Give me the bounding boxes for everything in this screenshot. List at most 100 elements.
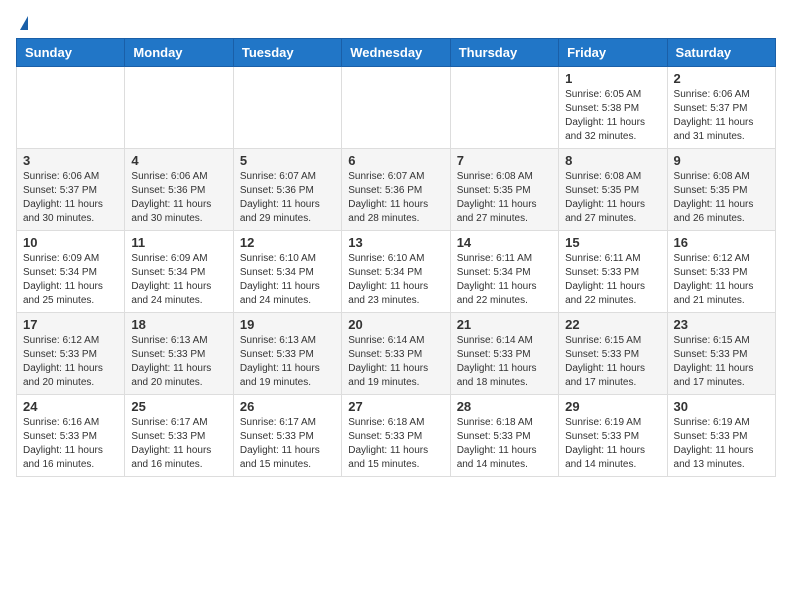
day-number: 26 — [240, 399, 335, 414]
day-number: 3 — [23, 153, 118, 168]
calendar-cell: 17 Sunrise: 6:12 AM Sunset: 5:33 PM Dayli… — [17, 313, 125, 395]
day-number: 12 — [240, 235, 335, 250]
day-number: 9 — [674, 153, 769, 168]
calendar-cell: 13 Sunrise: 6:10 AM Sunset: 5:34 PM Dayli… — [342, 231, 450, 313]
weekday-header-saturday: Saturday — [667, 39, 775, 67]
calendar-cell: 11 Sunrise: 6:09 AM Sunset: 5:34 PM Dayli… — [125, 231, 233, 313]
day-number: 10 — [23, 235, 118, 250]
day-number: 30 — [674, 399, 769, 414]
day-number: 28 — [457, 399, 552, 414]
calendar-cell: 5 Sunrise: 6:07 AM Sunset: 5:36 PM Daylig… — [233, 149, 341, 231]
day-number: 17 — [23, 317, 118, 332]
day-info: Sunrise: 6:14 AM Sunset: 5:33 PM Dayligh… — [348, 334, 443, 390]
day-info: Sunrise: 6:10 AM Sunset: 5:34 PM Dayligh… — [348, 252, 443, 308]
calendar-cell — [17, 67, 125, 149]
day-number: 20 — [348, 317, 443, 332]
day-number: 8 — [565, 153, 660, 168]
day-info: Sunrise: 6:06 AM Sunset: 5:36 PM Dayligh… — [131, 170, 226, 226]
calendar-cell: 22Sunrise: 6:15 AM Sunset: 5:33 PM Dayli… — [559, 313, 667, 395]
day-info: Sunrise: 6:05 AM Sunset: 5:38 PM Dayligh… — [565, 88, 660, 144]
day-info: Sunrise: 6:09 AM Sunset: 5:34 PM Dayligh… — [131, 252, 226, 308]
calendar-table: SundayMondayTuesdayWednesdayThursdayFrid… — [16, 38, 776, 477]
day-number: 23 — [674, 317, 769, 332]
calendar-cell — [450, 67, 558, 149]
calendar-cell: 20 Sunrise: 6:14 AM Sunset: 5:33 PM Dayli… — [342, 313, 450, 395]
calendar-cell: 9 Sunrise: 6:08 AM Sunset: 5:35 PM Daylig… — [667, 149, 775, 231]
calendar-week-2: 3 Sunrise: 6:06 AM Sunset: 5:37 PM Daylig… — [17, 149, 776, 231]
day-number: 27 — [348, 399, 443, 414]
day-info: Sunrise: 6:11 AM Sunset: 5:33 PM Dayligh… — [565, 252, 660, 308]
day-info: Sunrise: 6:15 AM Sunset: 5:33 PM Dayligh… — [674, 334, 769, 390]
calendar-cell: 27 Sunrise: 6:18 AM Sunset: 5:33 PM Dayli… — [342, 395, 450, 477]
day-number: 6 — [348, 153, 443, 168]
calendar-week-4: 17 Sunrise: 6:12 AM Sunset: 5:33 PM Dayli… — [17, 313, 776, 395]
day-info: Sunrise: 6:13 AM Sunset: 5:33 PM Dayligh… — [240, 334, 335, 390]
day-info: Sunrise: 6:08 AM Sunset: 5:35 PM Dayligh… — [565, 170, 660, 226]
day-info: Sunrise: 6:07 AM Sunset: 5:36 PM Dayligh… — [240, 170, 335, 226]
day-info: Sunrise: 6:06 AM Sunset: 5:37 PM Dayligh… — [674, 88, 769, 144]
day-number: 13 — [348, 235, 443, 250]
day-number: 15 — [565, 235, 660, 250]
calendar-cell: 16 Sunrise: 6:12 AM Sunset: 5:33 PM Dayli… — [667, 231, 775, 313]
calendar-cell: 10Sunrise: 6:09 AM Sunset: 5:34 PM Dayli… — [17, 231, 125, 313]
calendar-cell: 12Sunrise: 6:10 AM Sunset: 5:34 PM Dayli… — [233, 231, 341, 313]
day-info: Sunrise: 6:19 AM Sunset: 5:33 PM Dayligh… — [565, 416, 660, 472]
calendar-cell — [233, 67, 341, 149]
logo — [16, 16, 28, 30]
day-info: Sunrise: 6:19 AM Sunset: 5:33 PM Dayligh… — [674, 416, 769, 472]
weekday-header-row: SundayMondayTuesdayWednesdayThursdayFrid… — [17, 39, 776, 67]
calendar-cell: 7Sunrise: 6:08 AM Sunset: 5:35 PM Daylig… — [450, 149, 558, 231]
calendar-cell: 18 Sunrise: 6:13 AM Sunset: 5:33 PM Dayli… — [125, 313, 233, 395]
calendar-cell: 29 Sunrise: 6:19 AM Sunset: 5:33 PM Dayli… — [559, 395, 667, 477]
day-number: 22 — [565, 317, 660, 332]
day-number: 1 — [565, 71, 660, 86]
day-number: 4 — [131, 153, 226, 168]
day-info: Sunrise: 6:18 AM Sunset: 5:33 PM Dayligh… — [348, 416, 443, 472]
calendar-cell: 3 Sunrise: 6:06 AM Sunset: 5:37 PM Daylig… — [17, 149, 125, 231]
calendar-cell: 2 Sunrise: 6:06 AM Sunset: 5:37 PM Daylig… — [667, 67, 775, 149]
calendar-cell: 30 Sunrise: 6:19 AM Sunset: 5:33 PM Dayli… — [667, 395, 775, 477]
calendar-cell: 8 Sunrise: 6:08 AM Sunset: 5:35 PM Daylig… — [559, 149, 667, 231]
day-info: Sunrise: 6:18 AM Sunset: 5:33 PM Dayligh… — [457, 416, 552, 472]
calendar-cell: 19 Sunrise: 6:13 AM Sunset: 5:33 PM Dayli… — [233, 313, 341, 395]
day-number: 19 — [240, 317, 335, 332]
day-number: 16 — [674, 235, 769, 250]
calendar-cell: 23 Sunrise: 6:15 AM Sunset: 5:33 PM Dayli… — [667, 313, 775, 395]
day-info: Sunrise: 6:08 AM Sunset: 5:35 PM Dayligh… — [674, 170, 769, 226]
day-info: Sunrise: 6:17 AM Sunset: 5:33 PM Dayligh… — [131, 416, 226, 472]
day-info: Sunrise: 6:13 AM Sunset: 5:33 PM Dayligh… — [131, 334, 226, 390]
day-number: 11 — [131, 235, 226, 250]
calendar-cell: 21Sunrise: 6:14 AM Sunset: 5:33 PM Dayli… — [450, 313, 558, 395]
calendar-week-5: 24Sunrise: 6:16 AM Sunset: 5:33 PM Dayli… — [17, 395, 776, 477]
day-number: 7 — [457, 153, 552, 168]
day-info: Sunrise: 6:11 AM Sunset: 5:34 PM Dayligh… — [457, 252, 552, 308]
logo-triangle-icon — [20, 16, 28, 30]
calendar-week-1: 1 Sunrise: 6:05 AM Sunset: 5:38 PM Daylig… — [17, 67, 776, 149]
calendar-cell: 25 Sunrise: 6:17 AM Sunset: 5:33 PM Dayli… — [125, 395, 233, 477]
day-info: Sunrise: 6:06 AM Sunset: 5:37 PM Dayligh… — [23, 170, 118, 226]
weekday-header-thursday: Thursday — [450, 39, 558, 67]
day-number: 29 — [565, 399, 660, 414]
calendar-cell: 1 Sunrise: 6:05 AM Sunset: 5:38 PM Daylig… — [559, 67, 667, 149]
day-number: 18 — [131, 317, 226, 332]
day-info: Sunrise: 6:14 AM Sunset: 5:33 PM Dayligh… — [457, 334, 552, 390]
day-info: Sunrise: 6:12 AM Sunset: 5:33 PM Dayligh… — [674, 252, 769, 308]
weekday-header-sunday: Sunday — [17, 39, 125, 67]
calendar-cell: 26Sunrise: 6:17 AM Sunset: 5:33 PM Dayli… — [233, 395, 341, 477]
calendar-body: 1 Sunrise: 6:05 AM Sunset: 5:38 PM Daylig… — [17, 67, 776, 477]
calendar-cell: 14Sunrise: 6:11 AM Sunset: 5:34 PM Dayli… — [450, 231, 558, 313]
day-number: 25 — [131, 399, 226, 414]
day-number: 2 — [674, 71, 769, 86]
day-number: 5 — [240, 153, 335, 168]
weekday-header-friday: Friday — [559, 39, 667, 67]
calendar-cell — [342, 67, 450, 149]
day-info: Sunrise: 6:07 AM Sunset: 5:36 PM Dayligh… — [348, 170, 443, 226]
day-info: Sunrise: 6:12 AM Sunset: 5:33 PM Dayligh… — [23, 334, 118, 390]
weekday-header-wednesday: Wednesday — [342, 39, 450, 67]
calendar-cell: 28 Sunrise: 6:18 AM Sunset: 5:33 PM Dayli… — [450, 395, 558, 477]
calendar-cell: 4 Sunrise: 6:06 AM Sunset: 5:36 PM Daylig… — [125, 149, 233, 231]
day-number: 24 — [23, 399, 118, 414]
calendar-week-3: 10 Sunrise: 6:09 AM Sunset: 5:34 PM Dayli… — [17, 231, 776, 313]
weekday-header-tuesday: Tuesday — [233, 39, 341, 67]
calendar-cell: 6 Sunrise: 6:07 AM Sunset: 5:36 PM Daylig… — [342, 149, 450, 231]
